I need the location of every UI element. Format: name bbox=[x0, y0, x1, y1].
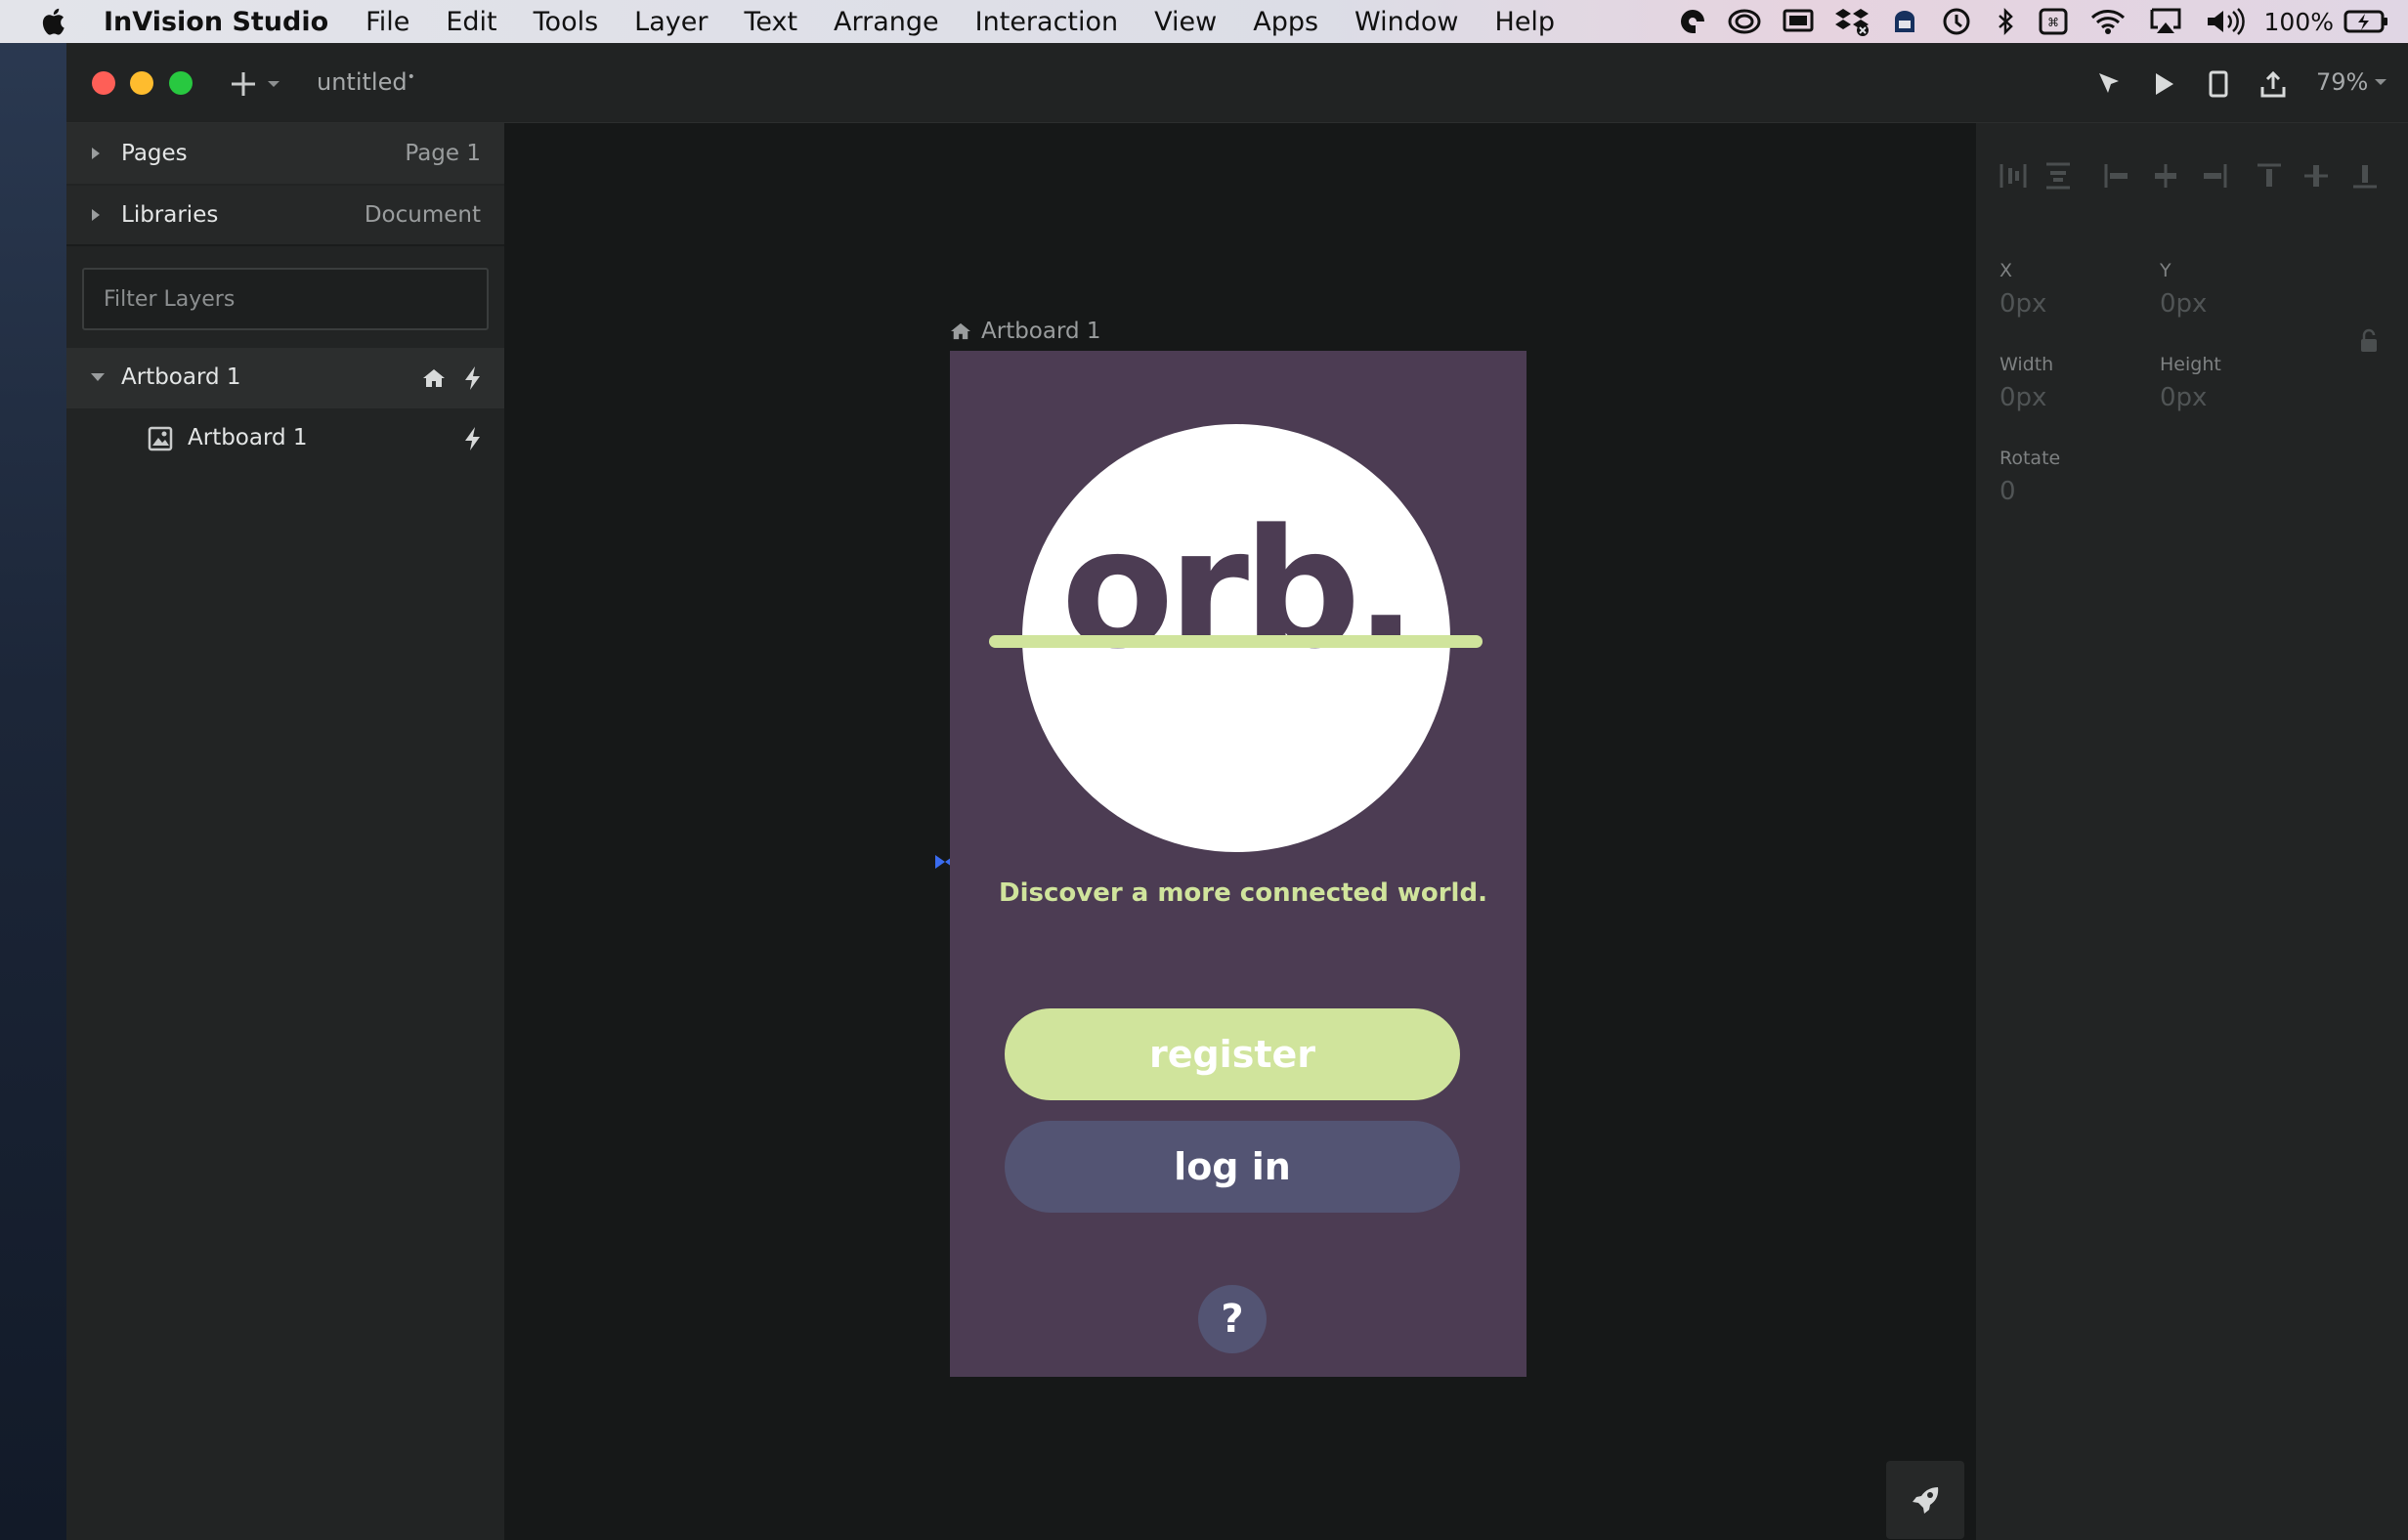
menu-tools[interactable]: Tools bbox=[534, 7, 599, 37]
register-button[interactable]: register bbox=[1005, 1008, 1460, 1100]
bolt-icon[interactable] bbox=[459, 364, 487, 393]
help-button[interactable]: ? bbox=[1198, 1285, 1267, 1353]
menu-interaction[interactable]: Interaction bbox=[975, 7, 1118, 37]
menu-window[interactable]: Window bbox=[1354, 7, 1458, 37]
svg-text:⌘: ⌘ bbox=[2047, 16, 2059, 29]
screen-mirror-icon[interactable] bbox=[1782, 0, 1815, 43]
y-field[interactable]: 0px bbox=[2160, 289, 2207, 319]
height-field[interactable]: 0px bbox=[2160, 383, 2207, 412]
y-label: Y bbox=[2160, 260, 2172, 281]
window-zoom-button[interactable] bbox=[169, 71, 193, 95]
home-icon[interactable] bbox=[420, 364, 448, 393]
home-icon bbox=[951, 322, 970, 340]
layer-name: Artboard 1 bbox=[121, 364, 241, 390]
layer-row-image[interactable]: Artboard 1 bbox=[66, 408, 504, 469]
align-center-horizontal-icon[interactable] bbox=[2148, 158, 2183, 193]
pages-label: Pages bbox=[121, 141, 188, 166]
bolt-icon[interactable] bbox=[459, 424, 487, 453]
airplay-icon[interactable] bbox=[2147, 0, 2184, 43]
pages-row[interactable]: Pages Page 1 bbox=[66, 123, 504, 184]
distribute-horizontal-icon[interactable] bbox=[1996, 158, 2031, 193]
zoom-dropdown[interactable]: 79% bbox=[2316, 68, 2387, 96]
volume-icon[interactable] bbox=[2204, 0, 2245, 43]
layers-sidebar: Pages Page 1 Libraries Document Artboard… bbox=[66, 123, 504, 1540]
device-icon[interactable] bbox=[2201, 66, 2236, 102]
document-title: untitled• bbox=[317, 68, 415, 96]
inspector-panel: X 0px Y 0px Width 0px Height 0px Rotate … bbox=[1976, 123, 2408, 1540]
keyboard-icon[interactable]: ⌘ bbox=[2038, 0, 2069, 43]
zoom-value: 79% bbox=[2316, 68, 2369, 96]
document-title-text: untitled bbox=[317, 68, 408, 96]
preview-cursor-icon[interactable] bbox=[2091, 66, 2127, 102]
menu-text[interactable]: Text bbox=[744, 7, 797, 37]
battery-percentage[interactable]: 100% bbox=[2264, 8, 2334, 36]
caret-right-icon bbox=[92, 148, 100, 159]
tagline-text: Discover a more connected world. bbox=[999, 878, 1487, 908]
rotate-label: Rotate bbox=[2000, 448, 2061, 469]
distribute-vertical-icon[interactable] bbox=[2041, 158, 2076, 193]
lock-icon[interactable] bbox=[2359, 328, 2379, 354]
add-menu-button[interactable] bbox=[229, 64, 287, 104]
filter-layers-input[interactable] bbox=[82, 268, 489, 330]
chevron-down-icon bbox=[2375, 79, 2387, 85]
artboard-title-label[interactable]: Artboard 1 bbox=[950, 319, 1101, 344]
window-minimize-button[interactable] bbox=[130, 71, 153, 95]
caret-right-icon bbox=[92, 209, 100, 221]
backup-icon[interactable] bbox=[1889, 0, 1920, 43]
align-top-icon[interactable] bbox=[2252, 158, 2287, 193]
creative-cloud-icon[interactable] bbox=[1678, 0, 1707, 43]
rotate-field[interactable]: 0 bbox=[2000, 477, 2016, 506]
width-field[interactable]: 0px bbox=[2000, 383, 2046, 412]
cc-libraries-icon[interactable] bbox=[1727, 0, 1762, 43]
x-field[interactable]: 0px bbox=[2000, 289, 2046, 319]
chevron-down-icon bbox=[268, 81, 280, 87]
window-close-button[interactable] bbox=[92, 71, 115, 95]
title-bar: untitled• 79% bbox=[66, 43, 2408, 123]
unsaved-indicator: • bbox=[407, 69, 415, 85]
share-icon[interactable] bbox=[2256, 66, 2291, 102]
menu-file[interactable]: File bbox=[366, 7, 409, 37]
wifi-icon[interactable] bbox=[2088, 0, 2128, 43]
dropbox-icon[interactable] bbox=[1834, 0, 1870, 43]
libraries-label: Libraries bbox=[121, 202, 219, 228]
bluetooth-icon[interactable] bbox=[1993, 0, 2018, 43]
align-toolbar bbox=[1996, 158, 2386, 193]
libraries-row[interactable]: Libraries Document bbox=[66, 186, 504, 246]
publish-button[interactable] bbox=[1886, 1461, 1964, 1539]
libraries-current-value: Document bbox=[364, 202, 481, 228]
login-button[interactable]: log in bbox=[1005, 1121, 1460, 1213]
menu-view[interactable]: View bbox=[1154, 7, 1217, 37]
time-machine-icon[interactable] bbox=[1940, 0, 1973, 43]
width-label: Width bbox=[2000, 354, 2054, 375]
play-icon[interactable] bbox=[2146, 66, 2181, 102]
app-name-menu[interactable]: InVision Studio bbox=[104, 7, 328, 37]
app-window: untitled• 79% Pages Page 1 Libraries Doc… bbox=[66, 43, 2408, 1540]
align-middle-vertical-icon[interactable] bbox=[2299, 158, 2334, 193]
artboard[interactable]: orb. Discover a more connected world. re… bbox=[950, 351, 1526, 1377]
menu-help[interactable]: Help bbox=[1495, 7, 1556, 37]
align-left-icon[interactable] bbox=[2099, 158, 2134, 193]
logo-strike-line bbox=[989, 635, 1483, 648]
menu-layer[interactable]: Layer bbox=[634, 7, 708, 37]
rocket-icon bbox=[1913, 1487, 1939, 1514]
align-bottom-icon[interactable] bbox=[2347, 158, 2383, 193]
menu-bar: InVision Studio File Edit Tools Layer Te… bbox=[0, 0, 2408, 43]
apple-icon[interactable] bbox=[39, 7, 66, 36]
plus-icon bbox=[232, 72, 255, 96]
menu-apps[interactable]: Apps bbox=[1253, 7, 1318, 37]
menu-edit[interactable]: Edit bbox=[446, 7, 496, 37]
x-label: X bbox=[2000, 260, 2013, 281]
layer-name: Artboard 1 bbox=[188, 425, 308, 450]
battery-icon[interactable] bbox=[2344, 0, 2388, 43]
image-layer-icon bbox=[147, 424, 174, 453]
caret-down-icon[interactable] bbox=[90, 371, 106, 383]
layer-row-artboard[interactable]: Artboard 1 bbox=[66, 348, 504, 408]
menu-arrange[interactable]: Arrange bbox=[834, 7, 939, 37]
align-right-icon[interactable] bbox=[2197, 158, 2232, 193]
artboard-name: Artboard 1 bbox=[981, 319, 1101, 344]
height-label: Height bbox=[2160, 354, 2221, 375]
design-canvas[interactable]: Artboard 1 orb. Discover a more connecte… bbox=[504, 123, 1976, 1540]
status-area: ⌘ 100% bbox=[1678, 0, 2408, 43]
pages-current-value: Page 1 bbox=[405, 141, 481, 166]
